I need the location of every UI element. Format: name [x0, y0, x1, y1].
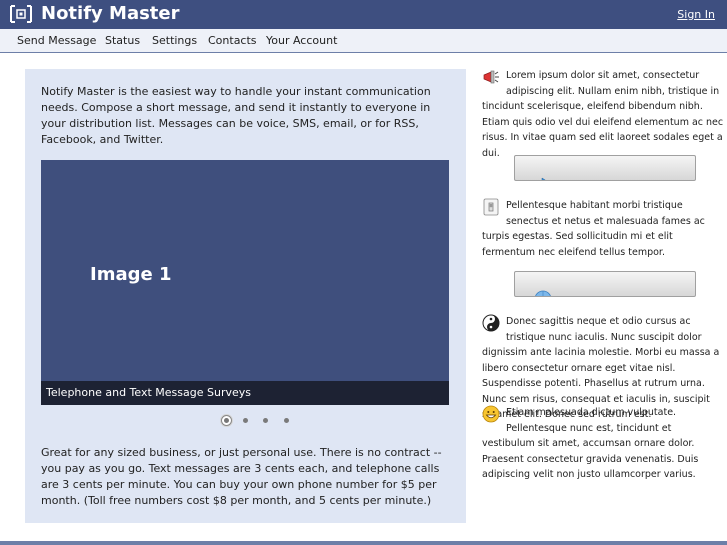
slide-caption: Telephone and Text Message Surveys — [41, 381, 449, 405]
sign-in-link[interactable]: Sign In — [677, 8, 715, 22]
slide-dot-2[interactable] — [243, 418, 248, 423]
sidebar-block-1: Lorem ipsum dolor sit amet, consectetur … — [482, 68, 724, 161]
sidebar-action-button-2[interactable] — [514, 271, 696, 297]
slide-dot-4[interactable] — [284, 418, 289, 423]
intro-paragraph: Notify Master is the easiest way to hand… — [41, 85, 431, 146]
sidebar-text-2: Pellentesque habitant morbi tristique se… — [482, 200, 705, 258]
footer-divider — [0, 541, 727, 545]
light-switch-icon — [482, 198, 500, 216]
sidebar-block-4: Etiam malesuada dictum vulputate. Pellen… — [482, 405, 724, 483]
slide-title: Image 1 — [90, 264, 172, 285]
cursor-arrow-icon — [541, 172, 551, 180]
sidebar-text-1: Lorem ipsum dolor sit amet, consectetur … — [482, 70, 724, 159]
main-navigation: Send Message Status Settings Contacts Yo… — [0, 29, 727, 53]
nav-settings[interactable]: Settings — [152, 34, 197, 48]
globe-icon — [533, 287, 553, 296]
slideshow-image[interactable]: Image 1 Telephone and Text Message Surve… — [41, 160, 449, 405]
main-content-panel: Notify Master is the easiest way to hand… — [25, 69, 466, 523]
app-title: Notify Master — [41, 3, 180, 24]
nav-your-account[interactable]: Your Account — [266, 34, 337, 48]
pricing-paragraph: Great for any sized business, or just pe… — [41, 446, 442, 507]
nav-contacts[interactable]: Contacts — [208, 34, 257, 48]
sidebar-text-4: Etiam malesuada dictum vulputate. Pellen… — [482, 407, 699, 480]
header-bar: Notify Master Sign In — [0, 0, 727, 29]
nav-send-message[interactable]: Send Message — [17, 34, 96, 48]
megaphone-icon — [482, 68, 500, 86]
sidebar-action-button-1[interactable] — [514, 155, 696, 181]
slide-dot-1[interactable] — [221, 415, 232, 426]
yin-yang-icon — [482, 314, 500, 332]
bracket-logo-icon — [9, 4, 33, 24]
sidebar-block-2: Pellentesque habitant morbi tristique se… — [482, 198, 724, 260]
nav-status[interactable]: Status — [105, 34, 140, 48]
slide-dot-3[interactable] — [263, 418, 268, 423]
smiley-icon — [482, 405, 500, 423]
